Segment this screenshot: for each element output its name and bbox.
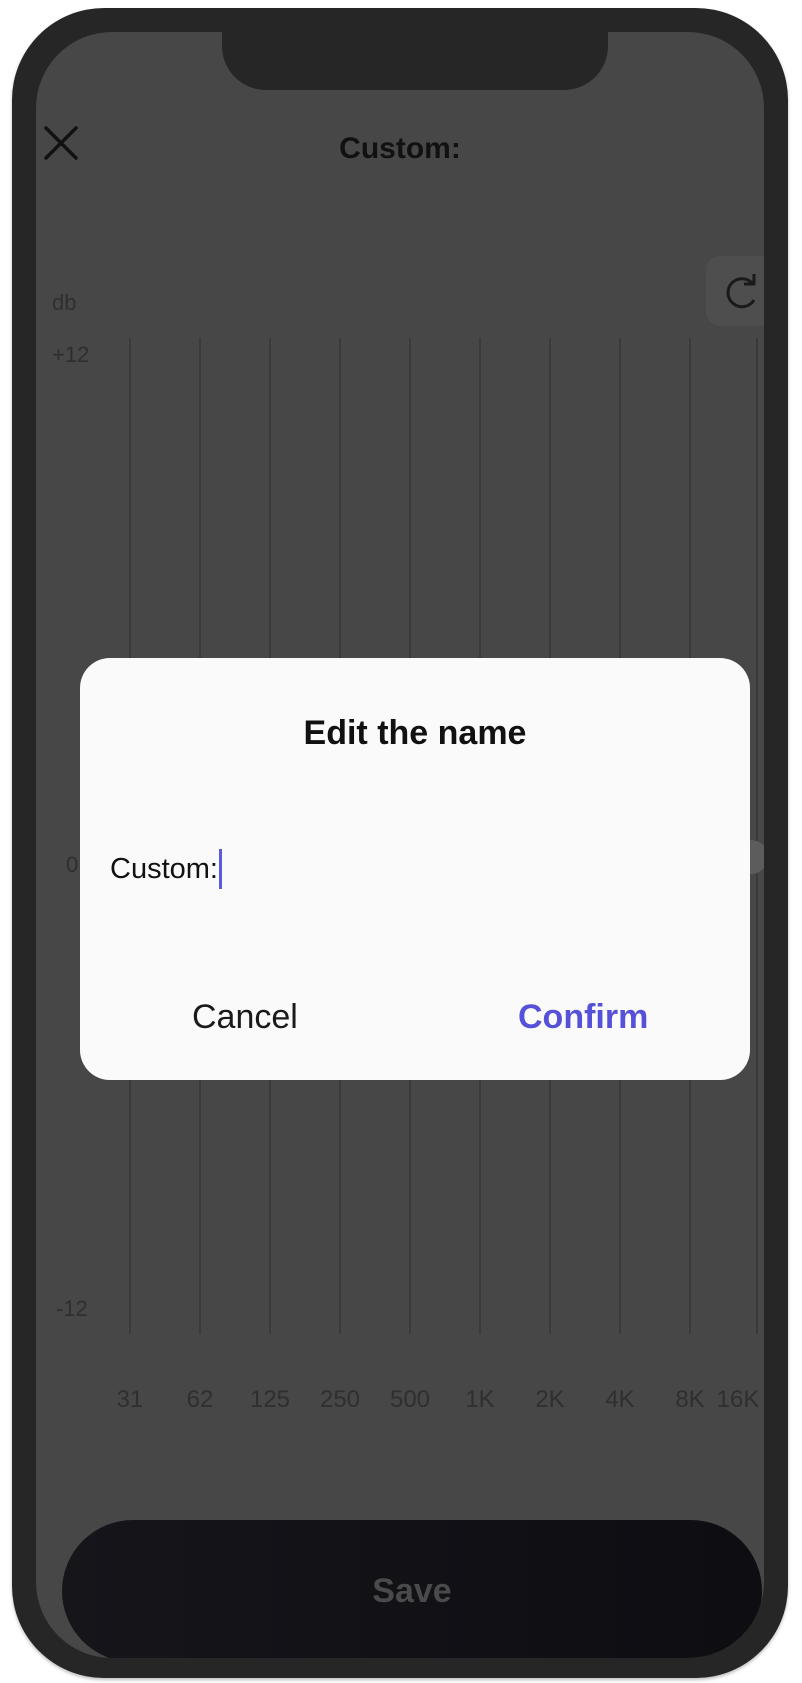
band-label: 16K — [716, 1386, 760, 1413]
zero-db-label: 0 — [66, 852, 79, 877]
reset-button[interactable] — [706, 256, 764, 326]
text-cursor — [218, 849, 222, 889]
dialog-title: Edit the name — [303, 714, 527, 752]
max-db-label: +12 — [52, 342, 90, 367]
min-db-label: -12 — [56, 1296, 88, 1321]
band-label: 250 — [319, 1386, 361, 1413]
name-input-value: Custom: — [110, 852, 218, 885]
band-label: 2K — [535, 1386, 565, 1413]
cancel-button[interactable]: Cancel — [192, 998, 298, 1037]
band-label: 31 — [116, 1386, 144, 1413]
band-label: 4K — [605, 1386, 635, 1413]
device-notch — [222, 32, 608, 90]
band-label: 125 — [249, 1386, 291, 1413]
band-label: 62 — [186, 1386, 214, 1413]
save-button[interactable]: Save — [62, 1520, 762, 1658]
band-label: 500 — [389, 1386, 431, 1413]
confirm-button[interactable]: Confirm — [518, 998, 648, 1037]
band-slider-track[interactable] — [756, 338, 758, 1334]
db-unit-label: db — [52, 290, 77, 315]
edit-name-dialog: Edit the name Custom: Cancel Confirm — [80, 658, 750, 1080]
page-title: Custom: — [339, 132, 461, 165]
name-input[interactable]: Custom: — [110, 844, 710, 894]
refresh-icon — [726, 274, 756, 309]
band-label: 1K — [465, 1386, 495, 1413]
